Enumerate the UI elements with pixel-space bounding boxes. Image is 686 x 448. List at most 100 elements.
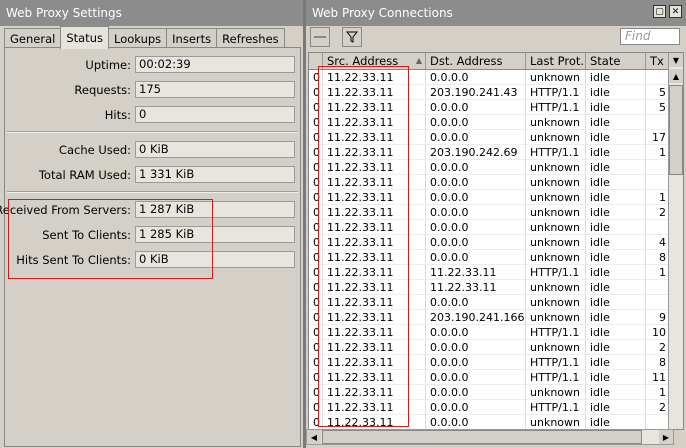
cell-last-protocol: unknown	[526, 340, 586, 355]
cell-state: idle	[586, 190, 646, 205]
cache-used-row: Cache Used: 0 KiB	[5, 139, 300, 161]
horizontal-scrollbar[interactable]: ◀ ▶	[306, 429, 674, 445]
cell-dst-address: 0.0.0.0	[426, 235, 526, 250]
vertical-scrollbar[interactable]: ▼ ▲	[668, 53, 683, 429]
total-ram-label: Total RAM Used:	[38, 168, 131, 182]
cell-tx-bytes: 10	[646, 325, 669, 340]
cell-dst-address: 11.22.33.11	[426, 265, 526, 280]
web-proxy-settings-window: Web Proxy Settings General Status Lookup…	[0, 0, 303, 448]
column-header-last-protocol[interactable]: Last Prot...	[526, 53, 586, 69]
maximize-icon[interactable]: ▢	[653, 5, 666, 18]
cell-last-protocol: unknown	[526, 250, 586, 265]
cell-state: idle	[586, 265, 646, 280]
cell-tx-bytes	[646, 70, 669, 85]
cell-dst-address: 0.0.0.0	[426, 115, 526, 130]
cell-tx-bytes: 8	[646, 355, 669, 370]
column-header-state[interactable]: State	[586, 53, 646, 69]
cell-tx-bytes	[646, 220, 669, 235]
connections-title: Web Proxy Connections ▢ ✕	[306, 0, 686, 26]
cell-tx-bytes: 4	[646, 235, 669, 250]
cell-last-protocol: HTTP/1.1	[526, 400, 586, 415]
minus-button[interactable]	[310, 27, 330, 47]
cell-dst-address: 0.0.0.0	[426, 160, 526, 175]
cell-dst-address: 203.190.242.69	[426, 145, 526, 160]
cell-state: idle	[586, 70, 646, 85]
cell-last-protocol: unknown	[526, 415, 586, 429]
filter-icon	[346, 31, 358, 43]
cell-last-protocol: unknown	[526, 280, 586, 295]
cell-tx-bytes: 2	[646, 205, 669, 220]
column-header-tx-bytes[interactable]: Tx B	[646, 53, 669, 69]
filter-button[interactable]	[342, 27, 362, 47]
cell-tx-bytes: 1	[646, 385, 669, 400]
cell-state: idle	[586, 385, 646, 400]
cell-tx-bytes: 5	[646, 85, 669, 100]
separator	[7, 191, 298, 193]
cell-dst-address: 203.190.241.43	[426, 85, 526, 100]
cell-tx-bytes: 1	[646, 265, 669, 280]
web-proxy-connections-window: Web Proxy Connections ▢ ✕ Find Src. Addr…	[306, 0, 686, 448]
cell-state: idle	[586, 355, 646, 370]
scroll-down-arrow-icon[interactable]: ▼	[669, 53, 683, 67]
scroll-up-arrow-icon[interactable]: ▲	[669, 69, 683, 83]
cell-last-protocol: unknown	[526, 160, 586, 175]
cell-dst-address: 0.0.0.0	[426, 325, 526, 340]
cell-dst-address: 11.22.33.11	[426, 280, 526, 295]
cell-dst-address: 0.0.0.0	[426, 175, 526, 190]
tab-lookups[interactable]: Lookups	[107, 28, 168, 49]
uptime-label: Uptime:	[85, 58, 131, 72]
cell-last-protocol: unknown	[526, 70, 586, 85]
hits-value: 0	[135, 106, 295, 123]
cell-tx-bytes: 1	[646, 190, 669, 205]
cell-state: idle	[586, 130, 646, 145]
cell-tx-bytes	[646, 295, 669, 310]
cell-state: idle	[586, 160, 646, 175]
cache-used-value: 0 KiB	[135, 141, 295, 158]
cell-last-protocol: HTTP/1.1	[526, 85, 586, 100]
tab-general[interactable]: General	[4, 28, 62, 49]
cell-last-protocol: HTTP/1.1	[526, 145, 586, 160]
cell-dst-address: 0.0.0.0	[426, 340, 526, 355]
scroll-thumb[interactable]	[669, 85, 683, 175]
cell-tx-bytes	[646, 415, 669, 429]
requests-value: 175	[135, 81, 295, 98]
cell-dst-address: 0.0.0.0	[426, 190, 526, 205]
cell-state: idle	[586, 310, 646, 325]
cell-tx-bytes: 17	[646, 130, 669, 145]
cell-last-protocol: HTTP/1.1	[526, 100, 586, 115]
cell-last-protocol: HTTP/1.1	[526, 370, 586, 385]
cell-last-protocol: unknown	[526, 310, 586, 325]
column-header-dst-address[interactable]: Dst. Address	[426, 53, 526, 69]
tab-refreshes[interactable]: Refreshes	[216, 28, 285, 49]
cell-last-protocol: unknown	[526, 190, 586, 205]
close-icon[interactable]: ✕	[669, 5, 682, 18]
hits-row: Hits: 0	[5, 104, 300, 126]
cell-state: idle	[586, 100, 646, 115]
scroll-left-arrow-icon[interactable]: ◀	[307, 430, 321, 444]
cell-dst-address: 0.0.0.0	[426, 220, 526, 235]
scroll-right-arrow-icon[interactable]: ▶	[659, 430, 673, 444]
find-input[interactable]: Find	[620, 28, 680, 45]
separator	[7, 131, 298, 133]
highlight-box	[8, 199, 213, 279]
cell-state: idle	[586, 340, 646, 355]
cell-state: idle	[586, 220, 646, 235]
cell-dst-address: 0.0.0.0	[426, 70, 526, 85]
requests-label: Requests:	[74, 83, 131, 97]
cell-tx-bytes	[646, 175, 669, 190]
cell-tx-bytes: 11	[646, 370, 669, 385]
tab-status[interactable]: Status	[60, 26, 109, 49]
tab-inserts[interactable]: Inserts	[166, 28, 218, 49]
cache-used-label: Cache Used:	[58, 143, 131, 157]
cell-last-protocol: unknown	[526, 130, 586, 145]
scroll-thumb[interactable]	[322, 430, 642, 444]
cell-tx-bytes	[646, 115, 669, 130]
cell-tx-bytes: 1	[646, 145, 669, 160]
cell-dst-address: 203.190.241.166	[426, 310, 526, 325]
cell-last-protocol: HTTP/1.1	[526, 265, 586, 280]
cell-state: idle	[586, 250, 646, 265]
cell-state: idle	[586, 280, 646, 295]
cell-dst-address: 0.0.0.0	[426, 205, 526, 220]
cell-dst-address: 0.0.0.0	[426, 400, 526, 415]
cell-state: idle	[586, 115, 646, 130]
